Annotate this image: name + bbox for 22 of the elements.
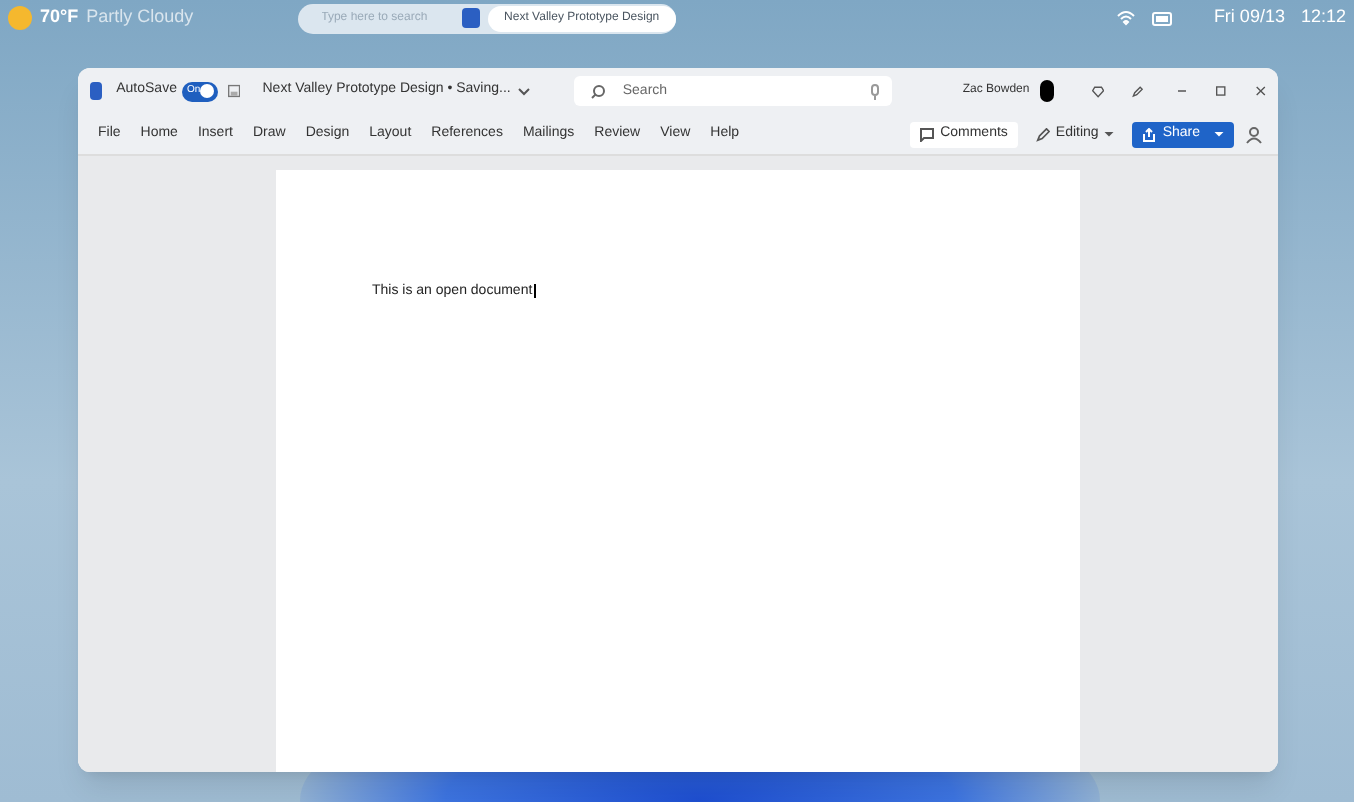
share-icon <box>1142 127 1157 141</box>
avatar-icon[interactable] <box>1039 80 1055 102</box>
battery-icon[interactable] <box>1151 11 1174 25</box>
diamond-icon[interactable] <box>1092 83 1105 99</box>
temperature: 70°F <box>40 4 79 31</box>
weather-condition: Partly Cloudy <box>86 4 194 31</box>
person-icon[interactable] <box>1246 125 1264 143</box>
date: Fri 09/13 <box>1213 4 1285 31</box>
microphone-icon[interactable] <box>870 84 881 100</box>
clock-time: 12:12 <box>1300 4 1346 31</box>
wifi-icon[interactable] <box>1115 10 1136 26</box>
maximize-icon[interactable] <box>1216 84 1227 98</box>
pen-icon[interactable] <box>1132 83 1144 99</box>
save-icon[interactable] <box>228 82 241 100</box>
pen-icon <box>1035 127 1050 141</box>
minimize-icon[interactable] <box>1177 84 1187 98</box>
search-icon <box>590 84 607 100</box>
chevron-down-icon <box>518 87 531 95</box>
caret-icon <box>1104 131 1115 137</box>
caret-icon <box>1214 131 1224 137</box>
comment-icon <box>920 127 935 141</box>
close-icon[interactable] <box>1256 84 1266 98</box>
